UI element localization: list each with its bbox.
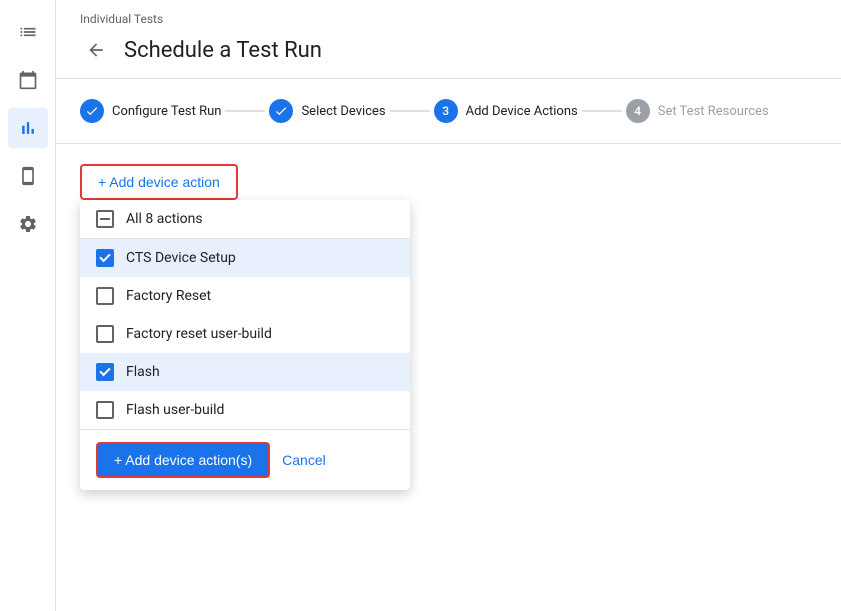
dropdown-item-label-factory-reset-user: Factory reset user-build — [126, 326, 272, 342]
sidebar-item-tasks[interactable] — [8, 12, 48, 52]
check-mark-cts — [99, 251, 110, 262]
step-select-devices: Select Devices — [269, 99, 385, 123]
main-content: Individual Tests Schedule a Test Run Con… — [56, 0, 841, 611]
step-circle-2 — [269, 99, 293, 123]
dropdown-item-cts[interactable]: CTS Device Setup — [80, 239, 410, 277]
dropdown-item-factory-reset[interactable]: Factory Reset — [80, 277, 410, 315]
step-label-3: Add Device Actions — [466, 104, 578, 119]
checkbox-all — [96, 210, 114, 228]
sidebar-item-analytics[interactable] — [8, 108, 48, 148]
step-label-1: Configure Test Run — [112, 104, 221, 119]
dropdown-item-label-flash: Flash — [126, 364, 160, 380]
dropdown-item-label-all: All 8 actions — [126, 211, 203, 227]
dropdown-list: All 8 actions CTS Device Setup Factory R… — [80, 200, 410, 429]
connector-1 — [225, 110, 265, 112]
back-button[interactable] — [80, 34, 112, 66]
check-mark-flash — [99, 365, 110, 376]
connector-2 — [390, 110, 430, 112]
step-circle-4: 4 — [626, 99, 650, 123]
action-dropdown: All 8 actions CTS Device Setup Factory R… — [80, 200, 410, 490]
add-device-action-button[interactable]: + Add device action — [80, 164, 238, 200]
sidebar-item-device[interactable] — [8, 156, 48, 196]
step-configure: Configure Test Run — [80, 99, 221, 123]
cancel-button[interactable]: Cancel — [282, 452, 326, 468]
sidebar-item-calendar[interactable] — [8, 60, 48, 100]
step-set-test-resources: 4 Set Test Resources — [626, 99, 769, 123]
dropdown-footer: + Add device action(s) Cancel — [80, 429, 410, 490]
dropdown-item-factory-reset-user[interactable]: Factory reset user-build — [80, 315, 410, 353]
content-area: + Add device action All 8 actions — [56, 144, 841, 611]
add-device-actions-button[interactable]: + Add device action(s) — [96, 442, 270, 478]
indeterminate-mark — [100, 218, 110, 220]
step-circle-1 — [80, 99, 104, 123]
checkbox-flash-user — [96, 401, 114, 419]
dropdown-item-label-cts: CTS Device Setup — [126, 250, 236, 266]
step-circle-3: 3 — [434, 99, 458, 123]
connector-3 — [582, 110, 622, 112]
step-label-2: Select Devices — [301, 104, 385, 119]
checkbox-factory-reset-user — [96, 325, 114, 343]
sidebar-item-settings[interactable] — [8, 204, 48, 244]
step-add-device-actions: 3 Add Device Actions — [434, 99, 578, 123]
step-label-4: Set Test Resources — [658, 104, 769, 119]
dropdown-item-label-factory-reset: Factory Reset — [126, 288, 211, 304]
checkbox-cts — [96, 249, 114, 267]
checkbox-factory-reset — [96, 287, 114, 305]
page-header: Schedule a Test Run — [56, 30, 841, 79]
dropdown-item-label-flash-user: Flash user-build — [126, 402, 224, 418]
steps-bar: Configure Test Run Select Devices 3 Add … — [56, 79, 841, 144]
sidebar — [0, 0, 56, 611]
page-title: Schedule a Test Run — [124, 38, 322, 63]
breadcrumb: Individual Tests — [56, 0, 841, 30]
dropdown-item-flash-user[interactable]: Flash user-build — [80, 391, 410, 429]
checkbox-flash — [96, 363, 114, 381]
dropdown-item-flash[interactable]: Flash — [80, 353, 410, 391]
dropdown-item-all[interactable]: All 8 actions — [80, 200, 410, 239]
